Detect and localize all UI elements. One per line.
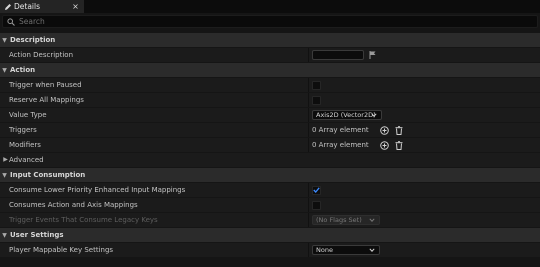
expanded-arrow-icon: ▼ [2, 171, 7, 179]
property-row-value-type: Value Type Axis2D (Vector2D) [0, 108, 540, 122]
property-row-player-mappable: Player Mappable Key Settings None [0, 243, 540, 257]
property-label: Consumes Action and Axis Mappings [9, 201, 138, 209]
property-label: Trigger when Paused [9, 81, 82, 89]
property-row-triggers: Triggers 0 Array element [0, 123, 540, 137]
add-element-icon[interactable] [380, 125, 389, 135]
search-box [2, 15, 538, 28]
dropdown-value: Axis2D (Vector2D) [316, 111, 376, 119]
category-title: Action [10, 66, 36, 74]
tab-details[interactable]: Details × [0, 0, 84, 13]
chevron-down-icon [369, 218, 375, 222]
property-label: Modifiers [9, 141, 41, 149]
player-mappable-dropdown[interactable]: None [312, 245, 380, 255]
category-user-settings[interactable]: ▼ User Settings [0, 228, 540, 242]
subcategory-title: Advanced [9, 156, 44, 164]
array-count: 0 Array element [312, 126, 369, 134]
property-row-consumes-action-and-axis: Consumes Action and Axis Mappings [0, 198, 540, 212]
category-title: User Settings [10, 231, 64, 239]
category-action[interactable]: ▼ Action [0, 63, 540, 77]
property-row-modifiers: Modifiers 0 Array element [0, 138, 540, 152]
property-label: Action Description [9, 51, 74, 59]
category-title: Input Consumption [10, 171, 86, 179]
close-icon[interactable]: × [71, 0, 80, 13]
dropdown-value: (No Flags Set) [316, 216, 362, 224]
category-input-consumption[interactable]: ▼ Input Consumption [0, 168, 540, 182]
subcategory-advanced[interactable]: ▶ Advanced [0, 153, 540, 167]
consume-lower-priority-checkbox[interactable] [312, 185, 321, 195]
property-row-reserve-all-mappings: Reserve All Mappings [0, 93, 540, 107]
collapsed-arrow-icon: ▶ [3, 156, 8, 163]
tab-bar: Details × [0, 0, 540, 13]
tab-title: Details [14, 2, 41, 11]
expanded-arrow-icon: ▼ [2, 36, 7, 44]
property-row-trigger-when-paused: Trigger when Paused [0, 78, 540, 92]
consumes-action-and-axis-checkbox[interactable] [312, 200, 321, 210]
add-element-icon[interactable] [380, 140, 389, 150]
property-label: Consume Lower Priority Enhanced Input Ma… [9, 186, 186, 194]
reserve-all-mappings-checkbox[interactable] [312, 95, 321, 105]
search-input[interactable] [19, 17, 519, 26]
category-title: Description [10, 36, 56, 44]
category-description[interactable]: ▼ Description [0, 33, 540, 47]
value-type-dropdown[interactable]: Axis2D (Vector2D) [312, 110, 382, 120]
property-label: Trigger Events That Consume Legacy Keys [9, 216, 158, 224]
dropdown-value: None [316, 246, 333, 254]
trigger-when-paused-checkbox[interactable] [312, 80, 321, 90]
chevron-down-icon [371, 113, 377, 117]
expanded-arrow-icon: ▼ [2, 231, 7, 239]
search-icon [6, 17, 16, 27]
action-description-input[interactable] [312, 50, 364, 60]
property-label: Player Mappable Key Settings [9, 246, 114, 254]
property-row-consume-lower-priority: Consume Lower Priority Enhanced Input Ma… [0, 183, 540, 197]
trash-icon[interactable] [394, 125, 403, 135]
property-row-trigger-events-legacy: Trigger Events That Consume Legacy Keys … [0, 213, 540, 227]
pencil-icon [3, 2, 12, 11]
property-label: Triggers [9, 126, 37, 134]
trigger-events-legacy-dropdown[interactable]: (No Flags Set) [312, 215, 380, 225]
expanded-arrow-icon: ▼ [2, 66, 7, 74]
property-label: Value Type [9, 111, 47, 119]
property-row-action-description: Action Description [0, 48, 540, 62]
array-count: 0 Array element [312, 141, 369, 149]
property-label: Reserve All Mappings [9, 96, 84, 104]
trash-icon[interactable] [394, 140, 403, 150]
chevron-down-icon [369, 248, 375, 252]
checkmark-icon [313, 187, 320, 193]
flag-icon[interactable] [368, 51, 376, 60]
